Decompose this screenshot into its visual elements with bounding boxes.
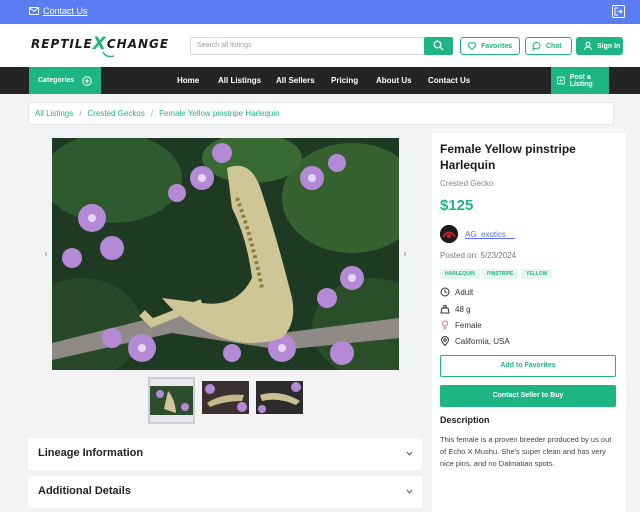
logo-text-left: REPTILE: [31, 37, 93, 51]
tag-pinstripe[interactable]: PINSTRIPE: [482, 269, 519, 279]
nav-all-listings[interactable]: All Listings: [218, 76, 261, 85]
nav-pricing[interactable]: Pricing: [331, 76, 358, 85]
user-icon: [584, 41, 592, 51]
tag-harlequin[interactable]: HARLEQUIN: [440, 269, 480, 279]
nav-home[interactable]: Home: [177, 76, 199, 85]
thumbnail-3[interactable]: [256, 381, 303, 414]
sign-in-button[interactable]: Sign In: [576, 37, 623, 55]
favorites-label: Favorites: [481, 42, 513, 50]
favorites-button[interactable]: Favorites: [460, 37, 520, 55]
contact-us-link[interactable]: Contact Us: [29, 6, 88, 16]
chevron-down-icon: [406, 451, 413, 456]
search-icon: [433, 40, 444, 51]
sex-value: Female: [455, 320, 482, 330]
nav-contact-us[interactable]: Contact Us: [428, 76, 470, 85]
location-pin-icon: [440, 336, 450, 346]
seller-avatar[interactable]: [440, 225, 458, 243]
breadcrumb-crested-geckos[interactable]: Crested Geckos: [87, 109, 144, 118]
chat-button[interactable]: Chat: [525, 37, 572, 55]
chevron-down-icon: [406, 489, 413, 494]
breadcrumb: All Listings / Crested Geckos / Female Y…: [28, 102, 614, 125]
chat-icon: [532, 41, 541, 51]
main-nav: Categories Home All Listings All Sellers…: [0, 67, 640, 94]
female-icon: [442, 320, 448, 330]
previous-image-button[interactable]: ‹: [40, 248, 52, 260]
categories-button[interactable]: Categories: [29, 67, 101, 94]
breadcrumb-separator: /: [150, 109, 154, 118]
attribute-sex: Female: [440, 320, 482, 330]
chevron-right-icon: ›: [403, 249, 407, 258]
site-logo[interactable]: REPTILEXCHANGE: [31, 33, 170, 58]
attribute-location: California, USA: [440, 336, 510, 346]
add-to-favorites-button[interactable]: Add to Favorites: [440, 355, 616, 377]
next-image-button[interactable]: ›: [399, 248, 411, 260]
seller-name-link[interactable]: AG_exotics__: [465, 230, 515, 239]
additional-details-accordion[interactable]: Additional Details: [28, 476, 422, 508]
location-value: California, USA: [455, 336, 510, 346]
thumbnail-image: [150, 386, 193, 415]
logo-swoosh-icon: [102, 51, 115, 58]
thumbnail-image: [256, 381, 303, 414]
weight-value: 48 g: [455, 304, 471, 314]
clock-icon: [440, 287, 450, 297]
plus-circle-icon: [82, 75, 92, 86]
chevron-left-icon: ‹: [44, 249, 48, 258]
nav-all-sellers[interactable]: All Sellers: [276, 76, 315, 85]
chat-label: Chat: [546, 42, 562, 50]
logout-button[interactable]: [612, 5, 625, 18]
attribute-age: Adult: [440, 287, 473, 297]
header: REPTILEXCHANGE Search all listings Favor…: [0, 24, 640, 67]
contact-us-label: Contact Us: [43, 6, 88, 16]
description-text: This female is a proven breeder produced…: [440, 435, 612, 468]
logout-icon: [614, 7, 623, 16]
listing-title: Female Yellow pinstripe Harlequin: [440, 142, 576, 172]
post-listing-button[interactable]: Post a Listing: [551, 67, 609, 94]
lineage-accordion[interactable]: Lineage Information: [28, 438, 422, 470]
heart-icon: [467, 42, 477, 51]
envelope-icon: [29, 7, 39, 15]
gecko-photo-image: [52, 138, 399, 370]
plus-square-icon: [557, 76, 565, 85]
nav-about-us[interactable]: About Us: [376, 76, 412, 85]
lineage-heading: Lineage Information: [38, 447, 144, 459]
weight-icon: [440, 304, 450, 314]
tag-yellow[interactable]: YELLOW: [521, 269, 553, 279]
posted-date: Posted on: 5/23/2024: [440, 251, 517, 260]
top-bar: Contact Us: [0, 0, 640, 24]
thumbnail-image: [202, 381, 249, 414]
breadcrumb-separator: /: [79, 109, 82, 118]
additional-details-heading: Additional Details: [38, 485, 131, 497]
listing-species[interactable]: Crested Gecko: [440, 179, 493, 188]
main-gecko-photo[interactable]: [52, 138, 399, 370]
thumbnail-1[interactable]: [148, 377, 195, 424]
description-heading: Description: [440, 415, 490, 425]
contact-seller-button[interactable]: Contact Seller to Buy: [440, 385, 616, 407]
search-button[interactable]: [424, 37, 453, 55]
logo-text-right: CHANGE: [106, 37, 170, 51]
thumbnail-2[interactable]: [202, 381, 249, 414]
search-input[interactable]: Search all listings: [190, 37, 425, 55]
categories-label: Categories: [38, 77, 75, 84]
sign-in-label: Sign In: [597, 42, 621, 50]
listing-price: $125: [440, 197, 474, 214]
post-listing-label: Post a Listing: [569, 73, 593, 88]
age-value: Adult: [455, 287, 474, 297]
breadcrumb-current[interactable]: Female Yellow pinstripe Harlequin: [159, 109, 280, 118]
seller-avatar-image: [440, 225, 458, 243]
breadcrumb-all-listings[interactable]: All Listings: [35, 109, 73, 118]
attribute-weight: 48 g: [440, 304, 471, 314]
